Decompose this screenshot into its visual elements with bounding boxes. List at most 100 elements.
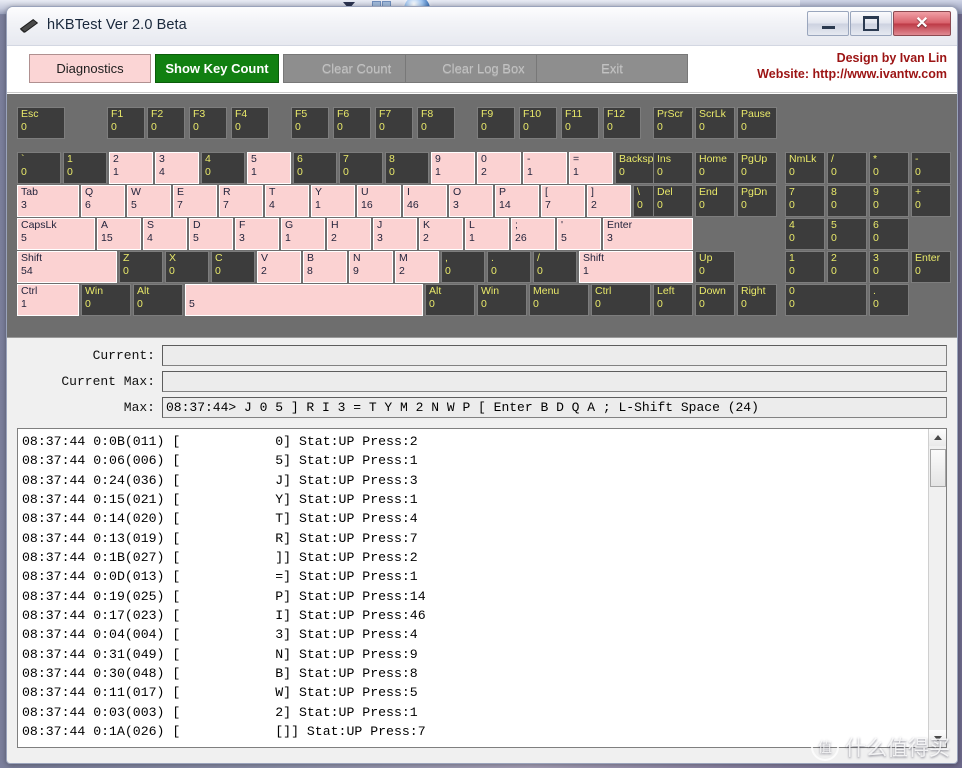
toolbar-button-show-key-count[interactable]: Show Key Count: [155, 54, 279, 83]
key-label: 6: [297, 153, 303, 165]
key-label: =: [573, 153, 580, 165]
key-9-25: 91: [431, 152, 475, 184]
key-count: 1: [285, 232, 291, 244]
key-count: 0: [831, 232, 837, 244]
key-count: 0: [637, 199, 643, 211]
key-count: 26: [515, 232, 527, 244]
key-count: 0: [699, 199, 705, 211]
key-count: 0: [337, 121, 343, 133]
minimize-button[interactable]: [807, 11, 849, 36]
key-f2-2: F2 0: [147, 107, 185, 139]
key-count: 1: [251, 166, 257, 178]
key-f3-3: F3 0: [189, 107, 227, 139]
key-label: H: [331, 219, 339, 231]
key-label: Right: [741, 285, 766, 297]
key-label: Enter: [607, 219, 633, 231]
key-count: 5: [193, 232, 199, 244]
key-count: 2: [591, 199, 597, 211]
key-count: 0: [657, 199, 663, 211]
key-label: 7: [343, 153, 349, 165]
key-label: F2: [151, 108, 164, 120]
field-value-max[interactable]: 08:37:44> J 0 5 ] R I 3 = T Y M 2 N W P …: [162, 397, 947, 418]
key-5-21: 51: [247, 152, 291, 184]
key-label: O: [453, 186, 462, 198]
log-scrollbar[interactable]: [928, 429, 946, 747]
key-count: 0: [699, 166, 705, 178]
key-count: 46: [407, 199, 419, 211]
key-sym-68: ; 26: [511, 218, 555, 250]
key-label: 9: [873, 186, 879, 198]
toolbar: Diagnostics Show Key Count Clear Count Clea…: [7, 46, 957, 93]
key-label: Del: [657, 186, 673, 198]
key-label: Shift: [583, 252, 605, 264]
field-row: Current Max:: [7, 370, 957, 393]
maximize-button[interactable]: [850, 11, 892, 36]
key-label: P: [499, 186, 507, 198]
key-label: \: [637, 186, 640, 198]
key-count: 0: [657, 298, 663, 310]
key-label: .: [873, 285, 876, 297]
key-win-96: Win 0: [477, 284, 527, 316]
log-box[interactable]: 08:37:44 0:0B(011) [ 0] Stat:UP Press:2 …: [17, 428, 947, 748]
key-label: F12: [607, 108, 626, 120]
key-label: Y: [315, 186, 323, 198]
key-label: N: [353, 252, 361, 264]
key-count: 0: [537, 265, 543, 277]
key-label: 3: [873, 252, 879, 264]
scroll-down-arrow[interactable]: [929, 730, 946, 747]
key-label: 0: [481, 153, 487, 165]
scrollbar-thumb[interactable]: [930, 449, 946, 487]
key-count: 0: [789, 166, 795, 178]
scroll-up-arrow[interactable]: [929, 429, 946, 446]
key-label: D: [193, 219, 201, 231]
field-value-current-max[interactable]: [162, 371, 947, 392]
key-1-87: 10: [785, 251, 825, 283]
key-label: Alt: [137, 285, 150, 297]
window-controls: ✕: [806, 11, 951, 36]
key-sym-57: +0: [911, 185, 951, 217]
key-count: 16: [361, 199, 373, 211]
key-label: Menu: [533, 285, 560, 297]
branding-text: Design by Ivan Lin Website: http://www.i…: [757, 50, 947, 82]
key-home-31: Home 0: [695, 152, 735, 184]
key-count: 0: [343, 166, 349, 178]
key-count: 1: [583, 265, 589, 277]
keyboard-icon: [19, 19, 39, 33]
key-count: 7: [545, 199, 551, 211]
key-f9-9: F9 0: [477, 107, 515, 139]
key-b-79: B8: [303, 251, 347, 283]
key-z-75: Z0: [119, 251, 163, 283]
key-win-92: Win 0: [81, 284, 131, 316]
key-5-72: 50: [827, 218, 867, 250]
key-f12-12: F12 0: [603, 107, 641, 139]
key-label: ]: [591, 186, 594, 198]
key-ins-30: Ins 0: [653, 152, 693, 184]
key-label: B: [307, 252, 315, 264]
key-count: 0: [915, 199, 921, 211]
key-count: 0: [297, 166, 303, 178]
key-count: 0: [831, 199, 837, 211]
key-label: End: [699, 186, 718, 198]
key-count: 4: [159, 166, 165, 178]
field-row: Current:: [7, 344, 957, 367]
field-label: Current:: [92, 348, 155, 363]
key-count: 0: [169, 265, 175, 277]
key-count: 1: [315, 199, 321, 211]
key-count: 0: [481, 298, 487, 310]
key-label: 6: [873, 219, 879, 231]
key-label: Down: [699, 285, 726, 297]
key-pgdn-53: PgDn 0: [737, 185, 777, 217]
key-sym-82: ,0: [441, 251, 485, 283]
key-q-38: Q6: [81, 185, 125, 217]
key-a-59: A 15: [97, 218, 141, 250]
key-label: PgUp: [741, 153, 768, 165]
key-sym-48: [7: [541, 185, 585, 217]
field-value-current[interactable]: [162, 345, 947, 366]
key-label: 1: [67, 153, 73, 165]
key-3-19: 34: [155, 152, 199, 184]
key-6-22: 60: [293, 152, 337, 184]
key-label: F9: [481, 108, 494, 120]
toolbar-button-diagnostics[interactable]: Diagnostics: [29, 54, 151, 83]
key-y-43: Y1: [311, 185, 355, 217]
close-button[interactable]: ✕: [893, 11, 951, 36]
